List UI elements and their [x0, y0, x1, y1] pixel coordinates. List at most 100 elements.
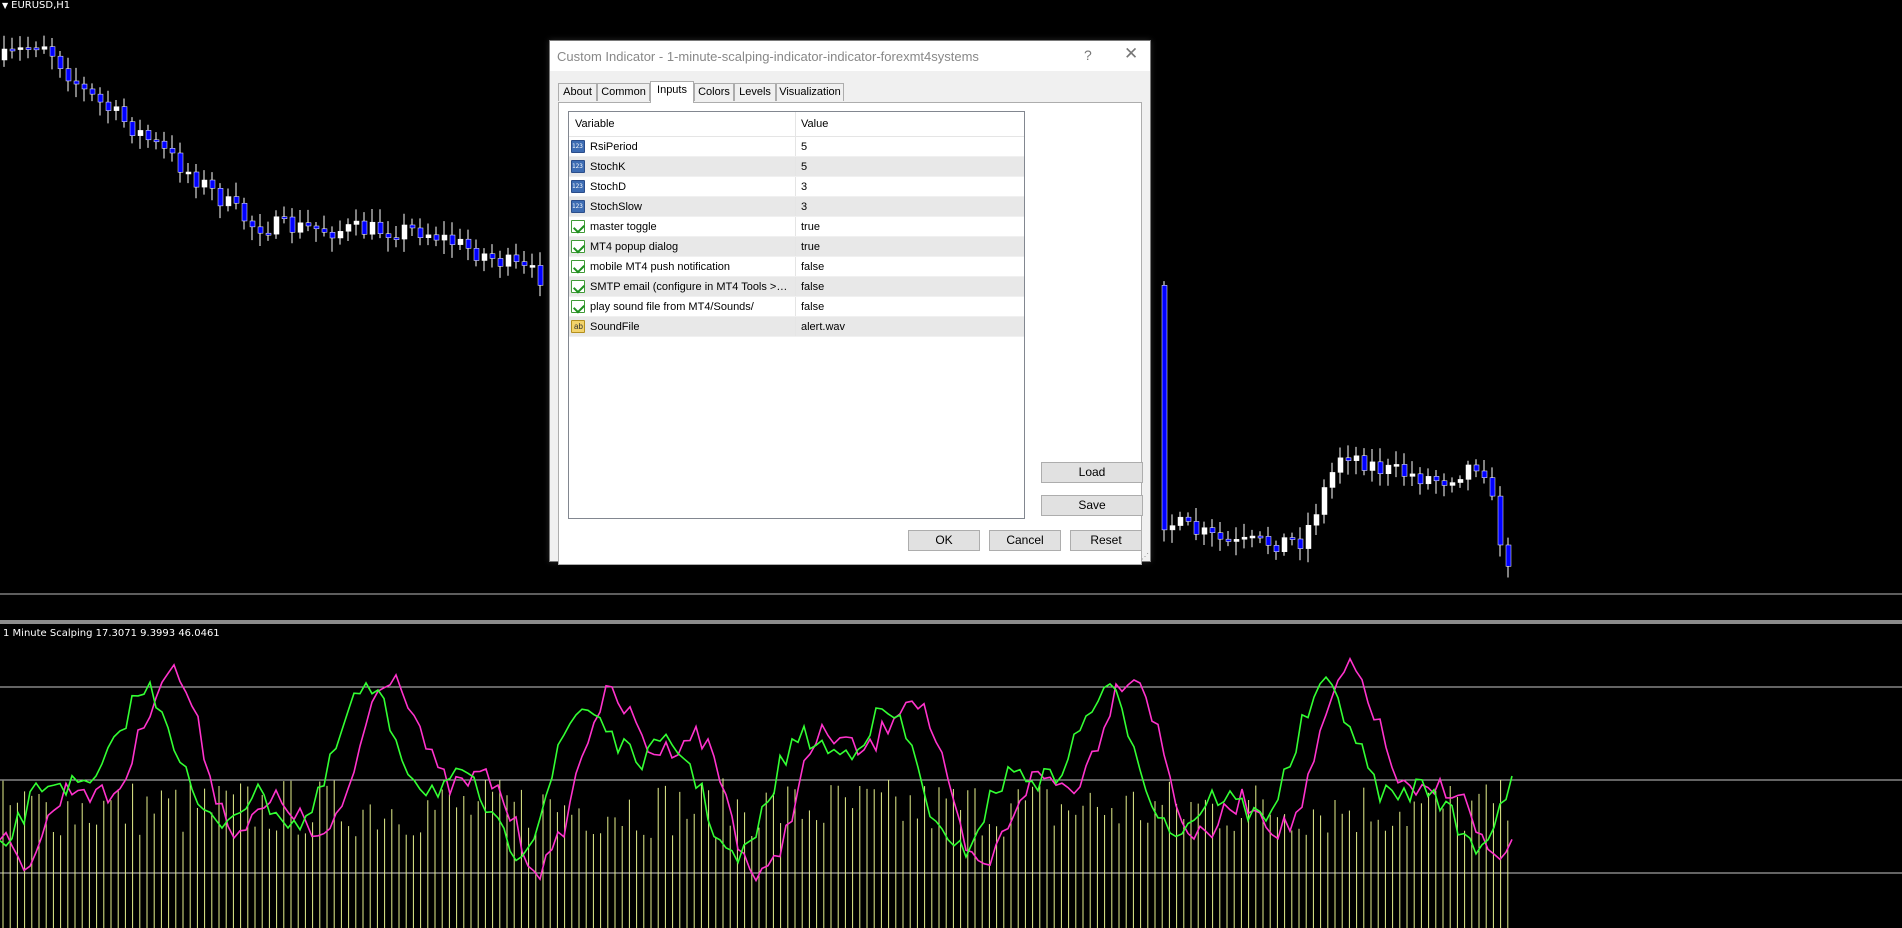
- value-cell[interactable]: 3: [801, 181, 807, 193]
- tab-about[interactable]: About: [558, 83, 597, 101]
- bool-icon: [571, 240, 585, 253]
- candle-body: [177, 152, 184, 173]
- candle-body: [121, 106, 128, 122]
- indicator-subwindow[interactable]: [0, 624, 1902, 928]
- reset-button[interactable]: Reset: [1070, 530, 1142, 551]
- candle-body: [1425, 476, 1432, 485]
- value-cell[interactable]: alert.wav: [801, 321, 845, 333]
- candle-body: [473, 248, 480, 261]
- tab-visualization[interactable]: Visualization: [776, 83, 844, 101]
- candle-body: [49, 46, 56, 57]
- resize-grip-icon[interactable]: ⋰: [1141, 552, 1149, 561]
- column-divider: [795, 257, 796, 276]
- candle-body: [441, 234, 448, 241]
- candle-body: [377, 221, 384, 235]
- candle-body: [65, 68, 72, 82]
- candle-body: [41, 46, 48, 50]
- value-cell[interactable]: false: [801, 261, 824, 273]
- variable-cell: MT4 popup dialog: [590, 241, 679, 253]
- candle-body: [185, 171, 192, 175]
- candle-body: [201, 179, 208, 188]
- bool-icon: [571, 300, 585, 313]
- load-button[interactable]: Load: [1041, 462, 1143, 483]
- value-cell[interactable]: true: [801, 241, 820, 253]
- candle-body: [1369, 461, 1376, 471]
- variable-cell: StochD: [590, 181, 627, 193]
- candle-body: [497, 258, 504, 267]
- candle-body: [425, 234, 432, 238]
- dialog-titlebar[interactable]: Custom Indicator - 1-minute-scalping-ind…: [550, 41, 1150, 71]
- grid-row[interactable]: MT4 popup dialog true: [569, 237, 1024, 257]
- grid-row[interactable]: StochK 5: [569, 157, 1024, 177]
- value-cell[interactable]: false: [801, 281, 824, 293]
- grid-row[interactable]: RsiPeriod 5: [569, 137, 1024, 157]
- int-icon: [571, 180, 585, 193]
- candle-body: [137, 130, 144, 136]
- candle-body: [129, 121, 136, 136]
- value-cell[interactable]: true: [801, 221, 820, 233]
- candle-body: [257, 226, 264, 234]
- candle-body: [465, 238, 472, 249]
- tab-colors[interactable]: Colors: [694, 83, 734, 101]
- candle-body: [265, 232, 272, 236]
- candle-body: [1289, 537, 1296, 540]
- tab-inputs[interactable]: Inputs: [650, 81, 694, 103]
- candle-body: [1457, 479, 1464, 483]
- candle-body: [481, 253, 488, 261]
- value-cell[interactable]: 5: [801, 161, 807, 173]
- candle-body: [113, 106, 120, 111]
- save-button[interactable]: Save: [1041, 495, 1143, 516]
- grid-row[interactable]: SMTP email (configure in MT4 Tools > O..…: [569, 277, 1024, 297]
- cancel-button[interactable]: Cancel: [989, 530, 1061, 551]
- candle-body: [1409, 473, 1416, 477]
- candle-body: [1441, 480, 1448, 486]
- close-button[interactable]: ✕: [1124, 44, 1138, 64]
- chart-symbol-label[interactable]: ▼ EURUSD,H1: [2, 0, 70, 11]
- candle-body: [1273, 545, 1280, 552]
- candle-body: [457, 238, 464, 245]
- candle-body: [233, 196, 240, 204]
- tab-common[interactable]: Common: [597, 83, 650, 101]
- help-button[interactable]: ?: [1084, 47, 1092, 63]
- value-cell[interactable]: 5: [801, 141, 807, 153]
- grid-row[interactable]: mobile MT4 push notification false: [569, 257, 1024, 277]
- grid-row[interactable]: play sound file from MT4/Sounds/false: [569, 297, 1024, 317]
- grid-row[interactable]: StochSlow 3: [569, 197, 1024, 217]
- candle-body: [1329, 472, 1336, 488]
- dialog-title: Custom Indicator - 1-minute-scalping-ind…: [557, 49, 979, 64]
- candle-body: [1465, 464, 1472, 480]
- header-divider[interactable]: [795, 112, 796, 136]
- candle-body: [305, 222, 312, 227]
- candle-body: [1313, 514, 1320, 526]
- value-cell[interactable]: false: [801, 301, 824, 313]
- candle-body: [393, 237, 400, 240]
- custom-indicator-dialog: Custom Indicator - 1-minute-scalping-ind…: [549, 40, 1151, 565]
- candle-body: [161, 140, 168, 149]
- ok-button[interactable]: OK: [908, 530, 980, 551]
- candle-body: [1393, 464, 1400, 467]
- candle-body: [361, 220, 368, 235]
- variable-cell: mobile MT4 push notification: [590, 261, 731, 273]
- candle-body: [289, 216, 296, 233]
- grid-row[interactable]: SoundFile alert.wav: [569, 317, 1024, 337]
- candle-body: [89, 88, 96, 95]
- candle-body: [1297, 538, 1304, 549]
- column-header-value[interactable]: Value: [801, 118, 828, 130]
- candle-body: [1417, 473, 1424, 485]
- grid-row[interactable]: StochD 3: [569, 177, 1024, 197]
- tab-levels[interactable]: Levels: [734, 83, 776, 101]
- grid-row[interactable]: master toggle true: [569, 217, 1024, 237]
- column-divider: [795, 297, 796, 316]
- candle-body: [1361, 455, 1368, 471]
- candle-body: [1449, 482, 1456, 486]
- candle-body: [81, 83, 88, 90]
- candle-body: [1265, 536, 1272, 546]
- candle-body: [17, 47, 24, 50]
- dropdown-arrow-icon[interactable]: ▼: [2, 1, 8, 10]
- candle-body: [249, 220, 256, 228]
- indicator-line-green: [0, 675, 1513, 865]
- candle-body: [281, 216, 288, 219]
- value-cell[interactable]: 3: [801, 201, 807, 213]
- column-divider: [795, 137, 796, 156]
- column-header-variable[interactable]: Variable: [575, 118, 615, 130]
